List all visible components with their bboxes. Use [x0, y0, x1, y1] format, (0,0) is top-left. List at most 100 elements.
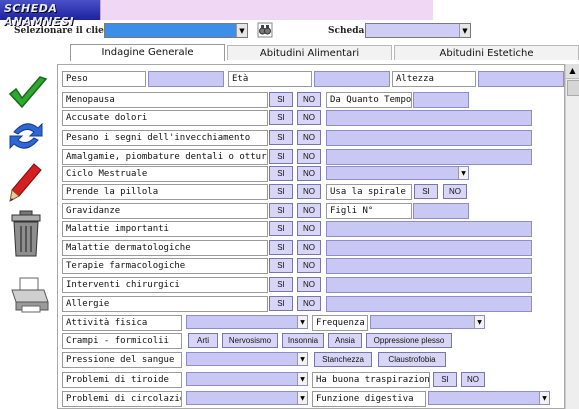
traspirazione-si-button[interactable]: SI: [433, 372, 457, 387]
stanchezza-button[interactable]: Stanchezza: [314, 352, 372, 367]
chevron-down-icon[interactable]: ▼: [458, 167, 468, 179]
title-bar-badge: SCHEDA ANAMNESI: [0, 0, 100, 28]
tab-label: Abitudini Estetiche: [439, 48, 534, 59]
chevron-down-icon[interactable]: ▼: [297, 316, 307, 328]
terapie-si-button[interactable]: SI: [269, 258, 293, 273]
accusate-dolori-si-button[interactable]: SI: [269, 110, 293, 125]
print-button[interactable]: [10, 276, 50, 314]
altezza-field[interactable]: [478, 71, 564, 87]
chevron-down-icon[interactable]: ▼: [297, 373, 307, 385]
spirale-no-button[interactable]: NO: [443, 184, 467, 199]
chevron-down-icon[interactable]: ▼: [297, 353, 307, 365]
da-quanto-tempo-field[interactable]: [413, 92, 469, 108]
tab-label: Abitudini Alimentari: [259, 48, 360, 59]
interventi-no-button[interactable]: NO: [297, 277, 321, 292]
peso-field[interactable]: [148, 71, 224, 87]
pesano-si-button[interactable]: SI: [269, 130, 293, 145]
allergie-si-button[interactable]: SI: [269, 296, 293, 311]
refresh-button[interactable]: [6, 116, 46, 156]
traspirazione-no-button[interactable]: NO: [461, 372, 485, 387]
search-client-button[interactable]: [257, 22, 273, 38]
pesano-no-button[interactable]: NO: [297, 130, 321, 145]
tiroide-label: Problemi di tiroide: [62, 372, 182, 388]
ciclo-label: Ciclo Mestruale: [62, 166, 268, 182]
printer-icon: [11, 277, 49, 313]
chevron-down-icon[interactable]: ▼: [474, 316, 484, 328]
binoculars-icon: [257, 22, 273, 38]
peso-label: Peso: [62, 71, 146, 87]
allergie-field[interactable]: [326, 296, 532, 312]
chevron-down-icon[interactable]: ▼: [297, 392, 307, 404]
menopausa-si-button[interactable]: SI: [269, 92, 293, 107]
tab-abitudini-estetiche[interactable]: Abitudini Estetiche: [394, 45, 579, 60]
malattie-dermatologiche-no-button[interactable]: NO: [297, 240, 321, 255]
interventi-si-button[interactable]: SI: [269, 277, 293, 292]
traspirazione-label: Ha buona traspirazione: [312, 372, 430, 388]
scheda-select[interactable]: ▼: [365, 23, 471, 38]
frequenza-label: Frequenza: [312, 315, 368, 331]
allergie-label: Allergie: [62, 296, 268, 312]
circolazione-select[interactable]: ▼: [186, 391, 308, 405]
scroll-up-icon[interactable]: ▲: [566, 64, 579, 79]
ciclo-no-button[interactable]: NO: [297, 166, 321, 181]
title-bar: SCHEDA ANAMNESI: [0, 0, 433, 28]
menopausa-no-button[interactable]: NO: [297, 92, 321, 107]
checkmark-icon: [8, 76, 48, 109]
chevron-down-icon[interactable]: ▼: [459, 24, 470, 37]
spirale-label: Usa la spirale: [326, 184, 412, 200]
allergie-no-button[interactable]: NO: [297, 296, 321, 311]
ciclo-select[interactable]: ▼: [326, 166, 469, 180]
pillola-no-button[interactable]: NO: [297, 184, 321, 199]
attivita-label: Attività fisica: [62, 315, 182, 331]
pillola-label: Prende la pillola: [62, 184, 268, 200]
arti-button[interactable]: Arti: [188, 333, 218, 348]
oppressione-button[interactable]: Oppressione plesso: [366, 333, 452, 348]
amalgame-field[interactable]: [326, 149, 532, 165]
malattie-dermatologiche-field[interactable]: [326, 240, 532, 256]
da-quanto-tempo-label: Da Quanto Tempo: [326, 92, 412, 108]
client-select[interactable]: ▼: [104, 23, 248, 38]
nervosismo-button[interactable]: Nervosismo: [222, 333, 278, 348]
insonnia-button[interactable]: Insonnia: [282, 333, 324, 348]
tab-abitudini-alimentari[interactable]: Abitudini Alimentari: [227, 45, 392, 60]
funzione-digestiva-select[interactable]: ▼: [428, 391, 550, 405]
vertical-scrollbar[interactable]: ▲: [565, 64, 579, 409]
attivita-select[interactable]: ▼: [186, 315, 308, 329]
claustrofobia-button[interactable]: Claustrofobia: [378, 352, 446, 367]
amalgame-no-button[interactable]: NO: [297, 149, 321, 164]
spirale-si-button[interactable]: SI: [414, 184, 438, 199]
pillola-si-button[interactable]: SI: [269, 184, 293, 199]
malattie-dermatologiche-si-button[interactable]: SI: [269, 240, 293, 255]
confirm-button[interactable]: [6, 74, 50, 112]
gravidanze-si-button[interactable]: SI: [269, 203, 293, 218]
scroll-thumb[interactable]: [567, 80, 579, 96]
frequenza-select[interactable]: ▼: [370, 315, 485, 329]
amalgame-si-button[interactable]: SI: [269, 149, 293, 164]
terapie-field[interactable]: [326, 258, 532, 274]
figli-label: Figli N°: [326, 203, 412, 219]
chevron-down-icon[interactable]: ▼: [539, 392, 549, 404]
edit-button[interactable]: [8, 162, 44, 204]
title-bar-panel: [100, 0, 433, 20]
pesano-field[interactable]: [326, 130, 532, 146]
accusate-dolori-field[interactable]: [326, 110, 532, 126]
ciclo-si-button[interactable]: SI: [269, 166, 293, 181]
accusate-dolori-no-button[interactable]: NO: [297, 110, 321, 125]
trash-icon: [11, 210, 41, 257]
delete-button[interactable]: [10, 210, 42, 258]
malattie-importanti-field[interactable]: [326, 221, 532, 237]
eta-field[interactable]: [314, 71, 390, 87]
tiroide-select[interactable]: ▼: [186, 372, 308, 386]
interventi-field[interactable]: [326, 277, 532, 293]
malattie-importanti-si-button[interactable]: SI: [269, 221, 293, 236]
gravidanze-no-button[interactable]: NO: [297, 203, 321, 218]
malattie-importanti-no-button[interactable]: NO: [297, 221, 321, 236]
crampi-label: Crampi - formicolii: [62, 333, 182, 349]
circolazione-label: Problemi di circolazione: [62, 391, 182, 407]
figli-field[interactable]: [413, 203, 469, 219]
ansia-button[interactable]: Ansia: [328, 333, 362, 348]
tab-indagine-generale[interactable]: Indagine Generale: [70, 44, 225, 61]
terapie-no-button[interactable]: NO: [297, 258, 321, 273]
chevron-down-icon[interactable]: ▼: [236, 24, 247, 37]
pressione-select[interactable]: ▼: [186, 352, 308, 366]
